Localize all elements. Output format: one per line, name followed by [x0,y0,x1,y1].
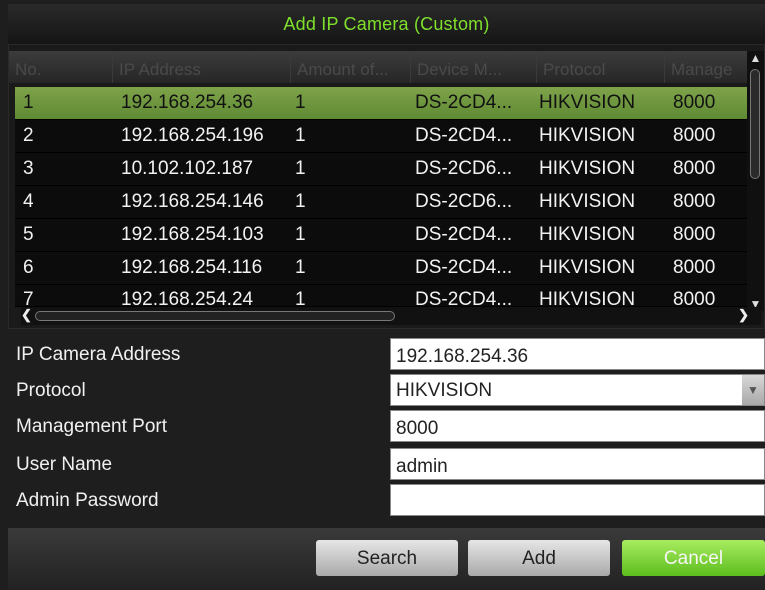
table-header: No. IP Address Amount of... Device M... … [9,51,749,83]
cell-device-model: DS-2CD6... [415,158,513,179]
cell-device-model: DS-2CD4... [415,257,513,278]
cell-protocol: HIKVISION [539,191,636,212]
add-ip-camera-dialog: Add IP Camera (Custom) No. IP Address Am… [0,0,765,590]
cell-device-model: DS-2CD6... [415,191,513,212]
admin-password-row: Admin Password [0,482,765,518]
cell-no: 4 [23,191,34,212]
management-port-row: Management Port [0,408,765,444]
cell-no: 7 [23,289,34,307]
cell-no: 5 [23,224,34,245]
search-button[interactable]: Search [316,540,458,576]
horizontal-scroll-thumb[interactable] [35,311,395,321]
cell-amount: 1 [295,224,306,245]
column-header-no[interactable]: No. [9,51,113,83]
table-row[interactable]: 7 192.168.254.24 1 DS-2CD4... HIKVISION … [15,285,749,307]
column-header-protocol[interactable]: Protocol [537,51,665,83]
cell-protocol: HIKVISION [539,158,636,179]
cell-amount: 1 [295,92,306,113]
table-row[interactable]: 2 192.168.254.196 1 DS-2CD4... HIKVISION… [15,120,749,153]
cell-protocol: HIKVISION [539,125,636,146]
cell-device-model: DS-2CD4... [415,92,513,113]
vertical-scrollbar[interactable]: ▲ ▼ [747,51,764,311]
column-header-ip[interactable]: IP Address [113,51,291,83]
column-header-management-port[interactable]: Manage [665,51,749,83]
cell-no: 1 [23,92,34,113]
table-row[interactable]: 3 10.102.102.187 1 DS-2CD6... HIKVISION … [15,153,749,186]
protocol-selected-value: HIKVISION [396,380,493,401]
cell-amount: 1 [295,289,306,307]
cell-protocol: HIKVISION [539,224,636,245]
cell-protocol: HIKVISION [539,92,636,113]
protocol-label: Protocol [16,380,86,401]
management-port-label: Management Port [16,416,168,437]
cell-no: 6 [23,257,34,278]
table-body: 1 192.168.254.36 1 DS-2CD4... HIKVISION … [15,87,749,307]
horizontal-scrollbar[interactable]: ❮ ❯ [21,307,761,325]
cell-ip: 192.168.254.24 [121,289,254,307]
dialog-titlebar: Add IP Camera (Custom) [8,4,765,44]
cell-protocol: HIKVISION [539,289,636,307]
protocol-row: Protocol HIKVISION ▼ [0,372,765,408]
user-name-label: User Name [16,454,113,475]
table-row[interactable]: 4 192.168.254.146 1 DS-2CD6... HIKVISION… [15,186,749,219]
admin-password-field[interactable] [390,484,765,516]
chevron-right-icon[interactable]: ❯ [738,307,749,323]
protocol-select[interactable]: HIKVISION ▼ [390,374,765,406]
column-header-amount[interactable]: Amount of... [291,51,411,83]
table-row[interactable]: 5 192.168.254.103 1 DS-2CD4... HIKVISION… [15,219,749,252]
ip-address-label: IP Camera Address [16,344,181,365]
add-button[interactable]: Add [468,540,610,576]
management-port-field[interactable] [390,410,765,442]
user-name-row: User Name [0,446,765,482]
cell-ip: 192.168.254.196 [121,125,264,146]
cell-port: 8000 [673,191,716,212]
cancel-button[interactable]: Cancel [622,540,765,576]
cell-port: 8000 [673,289,716,307]
cell-ip: 192.168.254.116 [121,257,263,278]
vertical-scroll-thumb[interactable] [750,69,760,179]
user-name-field[interactable] [390,448,765,480]
cell-port: 8000 [673,158,716,179]
cell-device-model: DS-2CD4... [415,224,513,245]
cell-device-model: DS-2CD4... [415,289,513,307]
chevron-left-icon[interactable]: ❮ [21,307,32,323]
cell-ip: 10.102.102.187 [121,158,254,179]
cell-amount: 1 [295,125,306,146]
cell-port: 8000 [673,125,716,146]
table-row[interactable]: 1 192.168.254.36 1 DS-2CD4... HIKVISION … [15,87,749,120]
cell-no: 2 [23,125,34,146]
cell-amount: 1 [295,257,306,278]
cell-ip: 192.168.254.36 [121,92,254,113]
cell-amount: 1 [295,158,306,179]
cell-device-model: DS-2CD4... [415,125,513,146]
cell-amount: 1 [295,191,306,212]
ip-address-field[interactable] [390,338,765,370]
dropdown-arrow-icon[interactable]: ▼ [742,375,764,405]
cell-port: 8000 [673,224,716,245]
cell-ip: 192.168.254.146 [121,191,264,212]
ip-address-row: IP Camera Address [0,336,765,372]
dialog-footer: Search Add Cancel [8,528,765,590]
admin-password-label: Admin Password [16,490,159,511]
cell-ip: 192.168.254.103 [121,224,264,245]
table-row[interactable]: 6 192.168.254.116 1 DS-2CD4... HIKVISION… [15,252,749,285]
cell-port: 8000 [673,92,716,113]
cell-port: 8000 [673,257,716,278]
dialog-title: Add IP Camera (Custom) [283,13,490,34]
camera-list: No. IP Address Amount of... Device M... … [8,44,765,329]
cell-protocol: HIKVISION [539,257,636,278]
chevron-up-icon[interactable]: ▲ [747,51,764,65]
column-header-device-model[interactable]: Device M... [411,51,537,83]
cell-no: 3 [23,158,34,179]
